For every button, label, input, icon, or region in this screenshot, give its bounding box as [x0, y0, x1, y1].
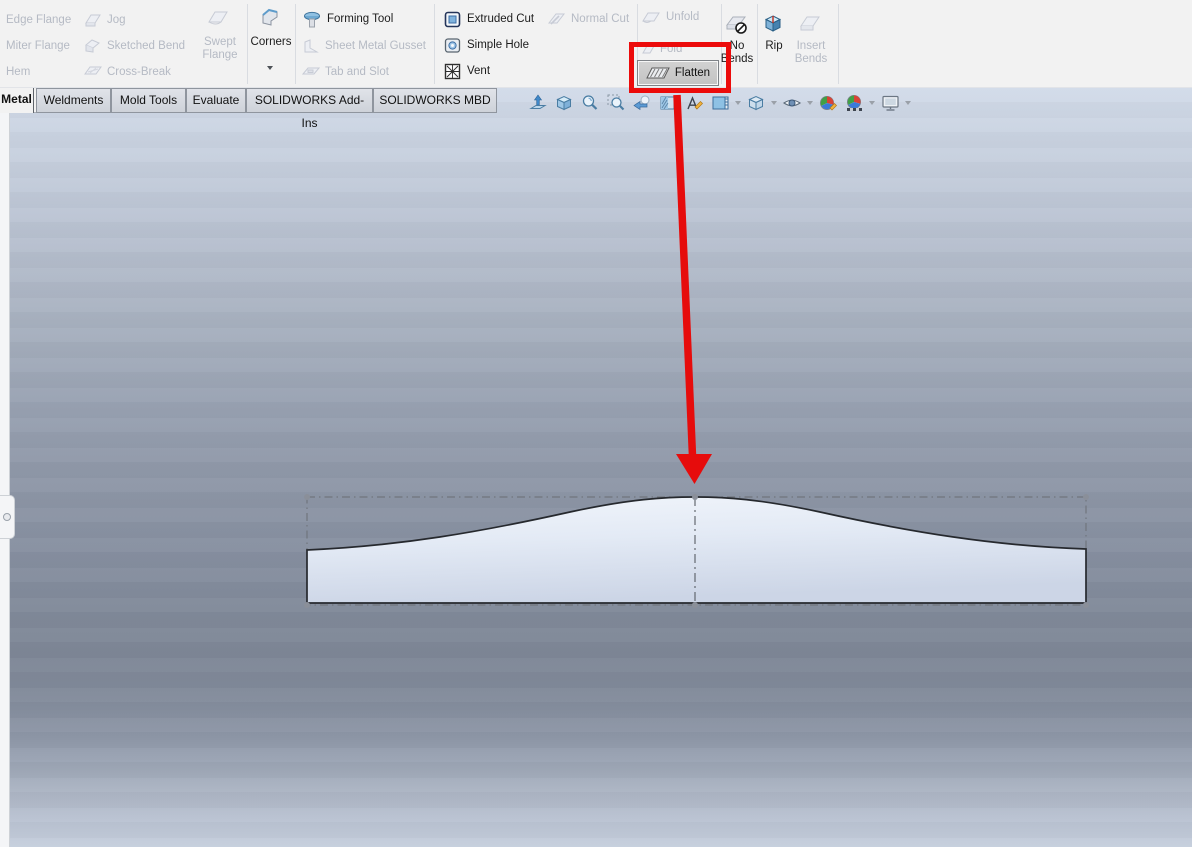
miter-flange-label: Miter Flange: [6, 40, 70, 52]
edge-flange-label: Edge Flange: [6, 14, 71, 26]
sketched-bend-button: Sketched Bend: [84, 37, 185, 55]
dropdown-caret[interactable]: [807, 101, 813, 105]
insert-bends-label-1: Insert: [789, 40, 833, 53]
no-bends-icon: [724, 13, 750, 37]
sheet-metal-gusset-button: Sheet Metal Gusset: [302, 37, 426, 55]
edit-appearance-ball-icon[interactable]: [817, 93, 839, 113]
simple-hole-label: Simple Hole: [467, 39, 529, 51]
dropdown-caret[interactable]: [869, 101, 875, 105]
view-cube-icon[interactable]: [553, 93, 575, 113]
corners-label: Corners: [248, 36, 294, 49]
tab-sheet-metal-label: Metal: [1, 92, 32, 106]
swept-flange-button: Swept Flange: [198, 36, 242, 62]
dropdown-caret[interactable]: [905, 101, 911, 105]
tab-sheet-metal[interactable]: Metal: [0, 88, 34, 113]
rip-icon: [763, 13, 785, 35]
tab-evaluate[interactable]: Evaluate: [186, 88, 246, 113]
normal-cut-icon: [547, 11, 566, 27]
tab-evaluate-label: Evaluate: [193, 93, 240, 107]
unfold-button: Unfold: [641, 8, 699, 26]
zoom-fit-magnifier-icon[interactable]: [579, 93, 601, 113]
edge-flange-button: Edge Flange: [6, 11, 71, 29]
tab-solidworks-addins[interactable]: SOLIDWORKS Add-Ins: [246, 88, 373, 113]
vent-button[interactable]: Vent: [443, 62, 490, 80]
hide-show-items-eye-icon[interactable]: [781, 93, 803, 113]
jog-label: Jog: [107, 14, 126, 26]
panel-expand-knob-icon: [3, 513, 11, 521]
jog-button: Jog: [84, 11, 126, 29]
sketched-bend-label: Sketched Bend: [107, 40, 185, 52]
tab-and-slot-icon: [302, 64, 320, 80]
toolbar-separator: [434, 4, 435, 84]
insert-bends-button: Insert Bends: [789, 40, 833, 66]
toolbar-separator: [295, 4, 296, 84]
part-profile[interactable]: [307, 497, 1086, 603]
swept-flange-icon: [206, 8, 230, 30]
zoom-to-fit-icon[interactable]: [527, 93, 549, 113]
simple-hole-icon: [443, 36, 462, 55]
annotation-highlight-rectangle: [629, 42, 731, 93]
vent-icon: [443, 62, 462, 81]
apply-scene-thumb-icon[interactable]: [709, 93, 731, 113]
simple-hole-button[interactable]: Simple Hole: [443, 36, 529, 54]
forming-tool-button[interactable]: Forming Tool: [302, 10, 393, 28]
corners-button[interactable]: Corners: [248, 36, 294, 49]
extruded-cut-button[interactable]: Extruded Cut: [443, 10, 534, 28]
forming-tool-icon: [302, 10, 322, 29]
normal-cut-label: Normal Cut: [571, 13, 629, 25]
hem-button: Hem: [6, 63, 30, 81]
sheet-metal-toolbar: Edge Flange Miter Flange Hem Jog Sketche…: [0, 0, 1192, 88]
sheet-metal-gusset-icon: [302, 38, 320, 55]
cross-break-label: Cross-Break: [107, 66, 171, 78]
apply-scene-ball-icon[interactable]: [843, 93, 865, 113]
tab-mold-tools-label: Mold Tools: [120, 93, 177, 107]
swept-flange-label-2: Flange: [198, 49, 242, 62]
zoom-to-area-icon[interactable]: [605, 93, 627, 113]
toolbar-separator: [838, 4, 839, 84]
cross-break-icon: [84, 64, 102, 80]
tab-and-slot-label: Tab and Slot: [325, 66, 389, 78]
corners-dropdown-caret[interactable]: [267, 66, 273, 70]
sheet-metal-part[interactable]: [10, 88, 1192, 847]
insert-bends-label-2: Bends: [789, 53, 833, 66]
solidworks-window: { "toolbar": { "edge_flange": "Edge Flan…: [0, 0, 1192, 847]
tab-weldments[interactable]: Weldments: [36, 88, 111, 113]
dropdown-caret[interactable]: [735, 101, 741, 105]
unfold-label: Unfold: [666, 11, 699, 23]
extruded-cut-label: Extruded Cut: [467, 13, 534, 25]
tab-mold-tools[interactable]: Mold Tools: [111, 88, 186, 113]
previous-view-icon[interactable]: [631, 93, 653, 113]
extruded-cut-icon: [443, 10, 462, 29]
jog-icon: [84, 12, 102, 28]
tab-weldments-label: Weldments: [44, 93, 104, 107]
annotation-views-icon[interactable]: [683, 93, 705, 113]
sheet-metal-gusset-label: Sheet Metal Gusset: [325, 40, 426, 52]
hem-label: Hem: [6, 66, 30, 78]
heads-up-view-toolbar: [527, 92, 911, 114]
corners-icon: [258, 6, 282, 30]
panel-expand-tab[interactable]: [0, 495, 15, 539]
swept-flange-label-1: Swept: [198, 36, 242, 49]
cross-break-button: Cross-Break: [84, 63, 171, 81]
display-style-cube-icon[interactable]: [745, 93, 767, 113]
tab-solidworks-mbd[interactable]: SOLIDWORKS MBD: [373, 88, 497, 113]
tab-and-slot-button: Tab and Slot: [302, 63, 389, 81]
view-settings-monitor-icon[interactable]: [879, 93, 901, 113]
insert-bends-icon: [798, 13, 822, 35]
dropdown-caret[interactable]: [771, 101, 777, 105]
unfold-icon: [641, 9, 661, 26]
vent-label: Vent: [467, 65, 490, 77]
section-view-icon[interactable]: [657, 93, 679, 113]
tab-solidworks-mbd-label: SOLIDWORKS MBD: [379, 93, 490, 107]
normal-cut-button: Normal Cut: [547, 10, 629, 28]
sketched-bend-icon: [84, 38, 102, 54]
miter-flange-button: Miter Flange: [6, 37, 70, 55]
feature-manager-collapsed-strip[interactable]: [0, 113, 10, 847]
forming-tool-label: Forming Tool: [327, 13, 393, 25]
